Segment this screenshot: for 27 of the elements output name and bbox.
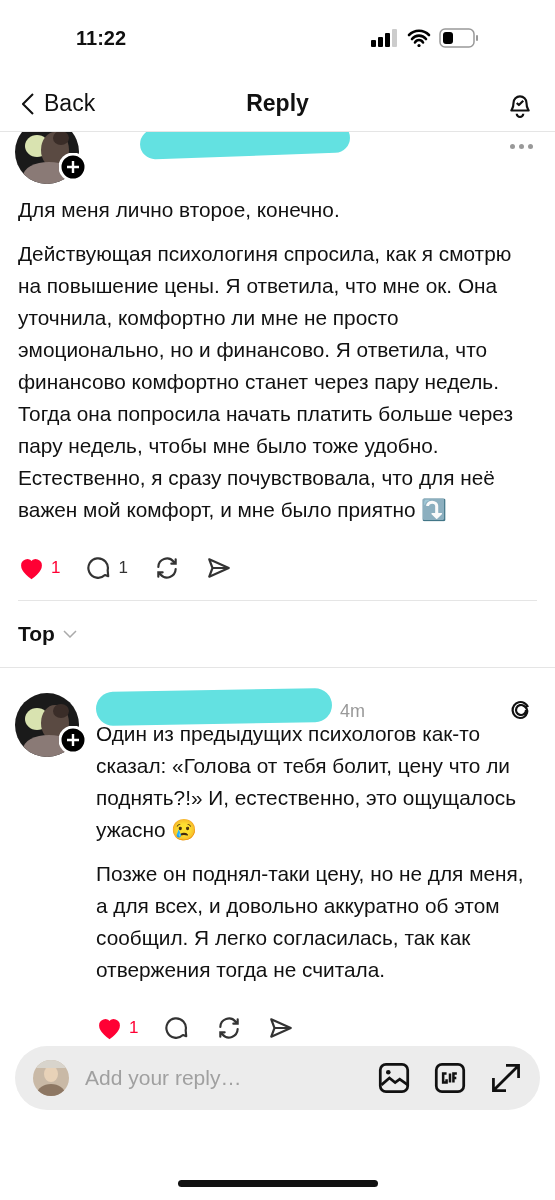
follow-icon[interactable]	[59, 726, 87, 754]
sort-dropdown[interactable]: Top	[18, 618, 77, 650]
battery-icon	[439, 28, 479, 48]
reply-text: Позже он поднял-таки цену, но не для меня, а для всех, и довольно аккуратно об этом сообщил. Я легко согласилась, так как отвержения тогда не считала.	[96, 861, 525, 983]
expand-icon[interactable]	[490, 1062, 522, 1094]
like-count: 1	[51, 557, 61, 580]
signal-icon	[371, 29, 399, 47]
chevron-down-icon	[62, 630, 77, 638]
post-time: 4m	[340, 700, 365, 723]
share-icon[interactable]	[205, 555, 232, 581]
post-text: Для меня лично второе, конечно.	[18, 197, 341, 223]
back-button[interactable]: Back	[22, 86, 96, 121]
reply-text: Один из предыдущих психологов как-то сказал: «Голова от тебя болит, цену что ли поднять?!» И, естественно, это ощущалось ужасно 😢	[96, 721, 517, 843]
status-time: 11:22	[76, 26, 127, 51]
gif-icon[interactable]	[434, 1062, 466, 1094]
share-icon[interactable]	[268, 1015, 295, 1041]
reply-field[interactable]: Add your reply…	[15, 1046, 540, 1110]
wifi-icon	[407, 29, 431, 47]
chevron-left-icon	[22, 92, 34, 115]
follow-icon[interactable]	[59, 153, 87, 181]
page-title: Reply	[246, 89, 309, 119]
reply-input[interactable]: Add your reply…	[85, 1062, 362, 1094]
image-icon[interactable]	[378, 1062, 410, 1094]
more-icon[interactable]	[510, 144, 533, 149]
like-count: 1	[129, 1017, 139, 1040]
post-text: Действующая психологиня спросила, как я смотрю на повышение цены. Я ответила, что мне ок. Она уточнила, комфортно ли мне не просто эмоционально, но и финансово. Я ответила, что финансово комфортно станет через пару недель. Тогда она попросила начать платить больше через пару недель, чтобы мне было тоже удобно. Естественно, я сразу почувствовала, что для неё важен мой комфорт, и мне было приятно ⤵	[18, 241, 514, 523]
reply-count: 1	[118, 557, 128, 580]
